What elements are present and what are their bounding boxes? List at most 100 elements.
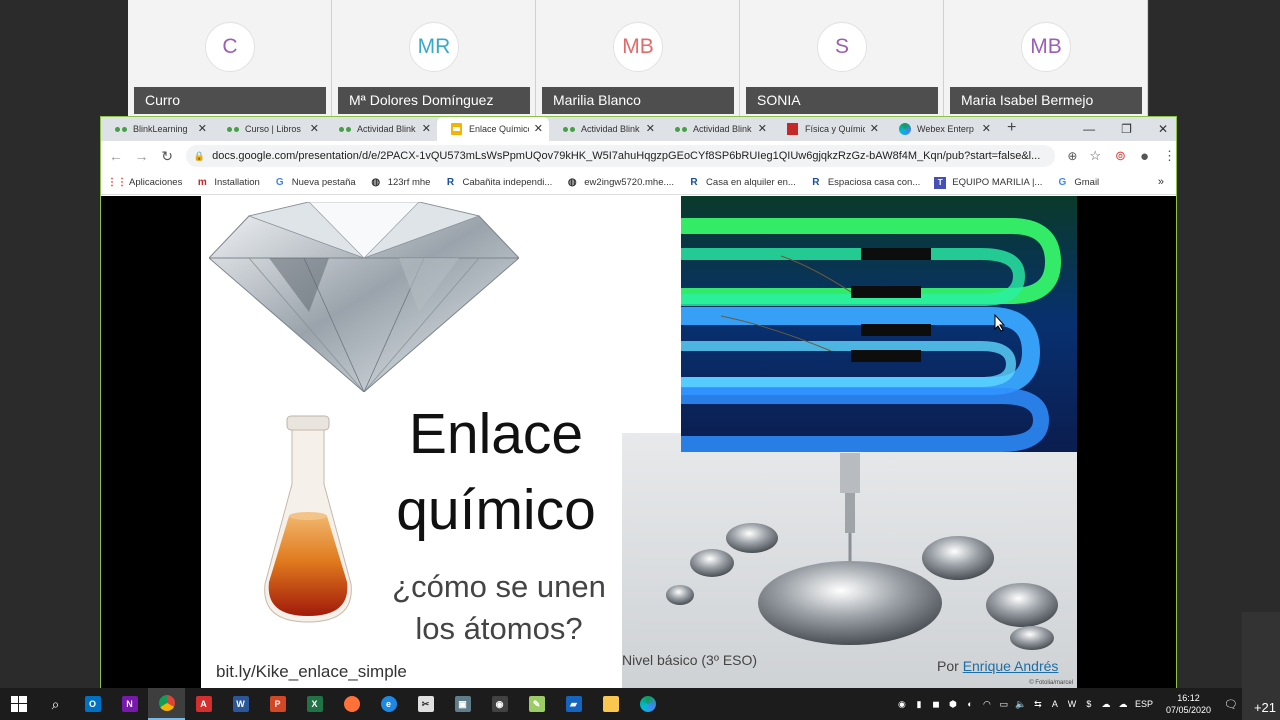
slide-title: Enlace químico <box>361 396 631 548</box>
windows-start-icon[interactable] <box>0 688 37 720</box>
tab-enlace-quimico[interactable]: Enlace Químico ✕ <box>437 117 549 141</box>
tab-label: Física y Química <box>805 124 865 134</box>
tray-app-icon[interactable]: ◐ <box>965 699 975 709</box>
outlook-icon[interactable]: O <box>74 688 111 720</box>
snipping-tool-icon[interactable]: ✂ <box>407 688 444 720</box>
edge-icon[interactable]: e <box>370 688 407 720</box>
avatar: S <box>817 22 867 72</box>
menu-kebab-icon[interactable]: ⋮ <box>1163 148 1176 164</box>
tray-app-icon[interactable]: W <box>1067 699 1077 709</box>
r-icon: R <box>446 177 455 188</box>
tab-fisica-quimica[interactable]: Física y Química ✕ <box>773 117 885 141</box>
tray-app-icon[interactable]: ☁ <box>1101 699 1111 709</box>
browser-toolbar: ← → ↻ 🔒 docs.google.com/presentation/d/e… <box>101 141 1176 171</box>
volume-icon[interactable]: 🔈 <box>1015 699 1026 709</box>
acrobat-icon[interactable]: A <box>185 688 222 720</box>
tab-actividad-blink[interactable]: Actividad Blink ✕ <box>661 117 773 141</box>
close-window-icon[interactable]: ✕ <box>1158 122 1168 136</box>
close-icon[interactable]: ✕ <box>310 122 319 135</box>
bookmark-aplicaciones[interactable]: ⋮⋮ Aplicaciones <box>107 177 182 189</box>
zoom-icon[interactable]: ⊕ <box>1067 149 1077 163</box>
chrome-icon[interactable] <box>148 688 185 720</box>
bookmark-equipo-marilia[interactable]: T EQUIPO MARILIA |... <box>934 176 1042 189</box>
address-bar[interactable]: 🔒 docs.google.com/presentation/d/e/2PACX… <box>185 145 1056 167</box>
tab-curso-libros[interactable]: Curso | Libros ✕ <box>213 117 325 141</box>
more-participants-count[interactable]: +21 <box>1254 700 1276 715</box>
more-bookmarks-icon[interactable]: » <box>1158 176 1164 188</box>
bookmark-star-icon[interactable]: ☆ <box>1089 148 1101 164</box>
tray-app-icon[interactable]: ⬢ <box>948 699 958 709</box>
participant-tile[interactable]: MB Marilia Blanco <box>536 0 740 116</box>
firefox-icon[interactable] <box>333 688 370 720</box>
subtitle-line: ¿cómo se unen <box>392 569 606 604</box>
close-icon[interactable]: ✕ <box>758 122 767 135</box>
close-icon[interactable]: ✕ <box>982 122 991 135</box>
tab-blinklearning[interactable]: BlinkLearning ✕ <box>101 117 213 141</box>
tab-label: Actividad Blink <box>693 124 752 134</box>
tablet-app-icon[interactable]: ▰ <box>555 688 592 720</box>
google-icon: G <box>1058 177 1067 188</box>
close-icon[interactable]: ✕ <box>646 122 655 135</box>
tab-webex[interactable]: Webex Enterp ✕ <box>885 117 997 141</box>
notifications-icon[interactable]: 🗨 <box>1224 699 1238 711</box>
bookmark-123rf[interactable]: ◍ 123rf mhe <box>370 177 430 189</box>
back-arrow-icon[interactable]: ← <box>105 148 127 164</box>
bookmark-casa-alquiler[interactable]: R Casa en alquiler en... <box>688 177 795 189</box>
globe-icon: ◍ <box>371 177 381 188</box>
screenshot-app-icon[interactable]: ▣ <box>444 688 481 720</box>
tray-app-icon[interactable]: ▮ <box>914 699 924 709</box>
teams-icon: T <box>934 176 947 189</box>
network-icon[interactable]: ⇆ <box>1033 699 1043 709</box>
participant-tile[interactable]: S SONIA <box>740 0 944 116</box>
tray-app-icon[interactable]: $ <box>1084 699 1094 709</box>
reload-icon[interactable]: ↻ <box>156 148 178 165</box>
bookmark-ew2ingw[interactable]: ◍ ew2ingw5720.mhe.... <box>566 177 674 189</box>
blinklearning-icon <box>227 125 239 134</box>
search-icon[interactable]: ⌕ <box>37 688 74 720</box>
minimize-icon[interactable]: — <box>1083 122 1095 136</box>
file-explorer-icon[interactable] <box>592 688 629 720</box>
tab-actividad-blink[interactable]: Actividad Blink ✕ <box>325 117 437 141</box>
title-line: químico <box>396 478 596 542</box>
new-tab-button[interactable]: + <box>1007 117 1016 141</box>
participant-name: Curro <box>134 87 326 114</box>
wifi-icon[interactable]: ◠ <box>982 699 992 709</box>
tray-app-icon[interactable]: A <box>1050 699 1060 709</box>
tray-app-icon[interactable]: ◉ <box>897 699 907 709</box>
author-link[interactable]: Enrique Andrés <box>963 658 1059 674</box>
bookmark-espaciosa-casa[interactable]: R Espaciosa casa con... <box>810 177 920 189</box>
bookmark-cabanita[interactable]: R Cabañita independi... <box>444 177 552 189</box>
browser-window: BlinkLearning ✕ Curso | Libros ✕ Activid… <box>100 116 1177 688</box>
close-icon[interactable]: ✕ <box>198 122 207 135</box>
paint-icon[interactable]: ✎ <box>518 688 555 720</box>
profile-icon[interactable]: ● <box>1140 148 1149 165</box>
bookmark-installation[interactable]: m Installation <box>196 177 260 189</box>
slide[interactable]: Enlace químico ¿cómo se unen los átomos? <box>201 196 1077 688</box>
language-indicator[interactable]: ESP <box>1135 699 1153 709</box>
participant-tile[interactable]: C Curro <box>128 0 332 116</box>
bookmark-nueva-pestana[interactable]: G Nueva pestaña <box>274 177 356 189</box>
close-icon[interactable]: ✕ <box>870 122 879 135</box>
avatar: MR <box>409 22 459 72</box>
forward-arrow-icon[interactable]: → <box>131 148 153 164</box>
tray-app-icon[interactable]: ◼ <box>931 699 941 709</box>
clock[interactable]: 16:12 07/05/2020 <box>1166 692 1211 716</box>
onenote-icon[interactable]: N <box>111 688 148 720</box>
camera-icon[interactable]: ◉ <box>481 688 518 720</box>
tray-app-icon[interactable]: ☁ <box>1118 699 1128 709</box>
slide-link[interactable]: bit.ly/Kike_enlace_simple <box>216 662 407 682</box>
tab-actividad-blink[interactable]: Actividad Blink ✕ <box>549 117 661 141</box>
close-icon[interactable]: ✕ <box>534 122 543 135</box>
close-icon[interactable]: ✕ <box>422 122 431 135</box>
battery-icon[interactable]: ▭ <box>999 699 1009 709</box>
participant-tile[interactable]: MR Mª Dolores Domínguez <box>332 0 536 116</box>
excel-icon[interactable]: X <box>296 688 333 720</box>
webex-taskbar-icon[interactable] <box>629 688 666 720</box>
mercury-drops-image <box>622 433 1077 688</box>
bookmark-gmail[interactable]: G Gmail <box>1056 177 1099 189</box>
participant-tile[interactable]: MB Maria Isabel Bermejo <box>944 0 1148 116</box>
powerpoint-icon[interactable]: P <box>259 688 296 720</box>
restore-icon[interactable]: ❐ <box>1121 122 1132 136</box>
extension-icon[interactable]: ⊚ <box>1115 148 1126 164</box>
word-icon[interactable]: W <box>222 688 259 720</box>
